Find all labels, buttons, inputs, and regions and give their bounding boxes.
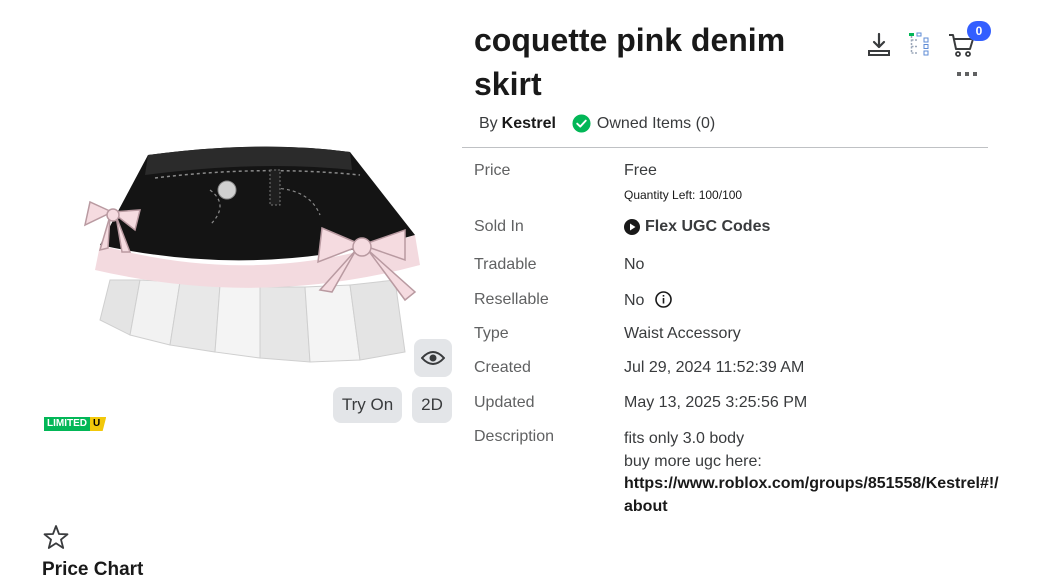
- updated-value: May 13, 2025 3:25:56 PM: [624, 394, 808, 411]
- owned-items-count: Owned Items (0): [596, 114, 716, 132]
- 2d-view-button[interactable]: 2D: [412, 387, 452, 423]
- check-circle-icon: [572, 114, 591, 133]
- item-thumbnail: [83, 146, 420, 363]
- more-icon[interactable]: [957, 71, 977, 77]
- hierarchy-icon[interactable]: [907, 31, 933, 57]
- created-value: Jul 29, 2024 11:52:39 AM: [624, 359, 805, 376]
- resellable-value: No: [624, 292, 645, 309]
- price-label: Price: [474, 162, 511, 179]
- type-label: Type: [474, 325, 509, 342]
- cart-count-badge: 0: [967, 21, 991, 41]
- sold-in-value: Flex UGC Codes: [645, 218, 771, 235]
- byline: By Kestrel Owned Items (0): [479, 114, 715, 133]
- description-text: fits only 3.0 body buy more ugc here: ht…: [624, 428, 999, 518]
- sold-in-link[interactable]: Flex UGC Codes: [624, 218, 770, 236]
- resellable-label: Resellable: [474, 291, 549, 308]
- description-label: Description: [474, 428, 555, 445]
- divider: [462, 147, 988, 148]
- tradable-label: Tradable: [474, 256, 537, 273]
- description-link-line2: about: [624, 497, 668, 515]
- info-icon[interactable]: [655, 291, 672, 308]
- sold-in-label: Sold In: [474, 218, 524, 235]
- tradable-value: No: [624, 256, 645, 273]
- created-label: Created: [474, 359, 531, 376]
- download-icon[interactable]: [866, 32, 892, 58]
- eye-icon: [421, 351, 445, 365]
- price-chart-heading: Price Chart: [42, 559, 144, 580]
- creator-link[interactable]: Kestrel: [502, 115, 556, 133]
- preview-3d-button[interactable]: [414, 339, 452, 377]
- description-line1: fits only 3.0 body: [624, 430, 745, 447]
- type-value: Waist Accessory: [624, 325, 741, 342]
- item-title: coquette pink denim skirt: [474, 22, 786, 102]
- play-circle-icon: [624, 219, 640, 235]
- try-on-button[interactable]: Try On: [333, 387, 402, 423]
- updated-label: Updated: [474, 394, 535, 411]
- price-value: Free: [624, 162, 657, 179]
- limited-badge-u: U: [90, 417, 107, 431]
- resellable-value-wrap: No: [624, 291, 672, 310]
- description-link[interactable]: https://www.roblox.com/groups/851558/Kes…: [624, 473, 999, 518]
- star-icon[interactable]: [43, 524, 69, 550]
- by-label: By: [479, 114, 498, 132]
- description-line2: buy more ugc here:: [624, 452, 762, 470]
- limited-badge-label: LIMITED: [44, 417, 90, 431]
- quantity-left: Quantity Left: 100/100: [624, 188, 743, 202]
- description-link-line1: https://www.roblox.com/groups/851558/Kes…: [624, 475, 999, 492]
- limited-badge: LIMITED U: [44, 417, 107, 431]
